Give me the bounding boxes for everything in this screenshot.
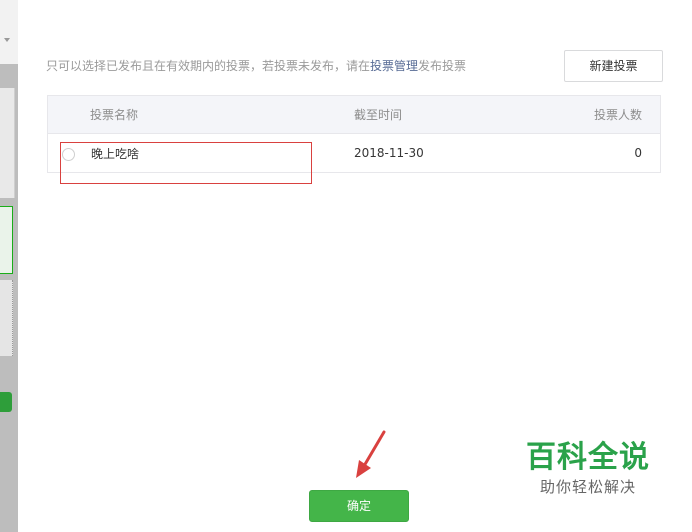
table-header: 投票名称 截至时间 投票人数 <box>47 95 661 134</box>
vote-select-dialog: 只可以选择已发布且在有效期内的投票，若投票未发布，请在投票管理发布投票 新建投票… <box>18 0 692 532</box>
background-dropdown <box>0 0 18 64</box>
annotation-arrow-icon <box>356 430 386 478</box>
new-vote-button[interactable]: 新建投票 <box>564 50 663 82</box>
notice-text-before: 只可以选择已发布且在有效期内的投票，若投票未发布，请在 <box>46 59 371 73</box>
chevron-down-icon <box>4 38 10 42</box>
confirm-button[interactable]: 确定 <box>309 490 409 522</box>
vote-count: 0 <box>634 146 642 160</box>
background-dotted-area <box>0 280 13 356</box>
watermark-logo: 百科全说 助你轻松解决 <box>518 440 658 498</box>
annotation-highlight-box <box>60 142 312 184</box>
vote-notice: 只可以选择已发布且在有效期内的投票，若投票未发布，请在投票管理发布投票 <box>46 57 466 74</box>
background-selected-card <box>0 206 13 274</box>
background-panel <box>0 88 15 198</box>
column-header-count: 投票人数 <box>593 108 642 122</box>
vote-deadline: 2018-11-30 <box>354 146 424 160</box>
notice-text-after: 发布投票 <box>418 59 467 73</box>
column-header-deadline: 截至时间 <box>354 108 403 122</box>
vote-management-link[interactable]: 投票管理 <box>370 59 418 73</box>
background-page-strip <box>0 0 18 532</box>
background-green-button <box>0 392 12 412</box>
column-header-name: 投票名称 <box>90 108 139 122</box>
watermark-title: 百科全说 <box>526 440 650 475</box>
watermark-subtitle: 助你轻松解决 <box>539 478 636 496</box>
